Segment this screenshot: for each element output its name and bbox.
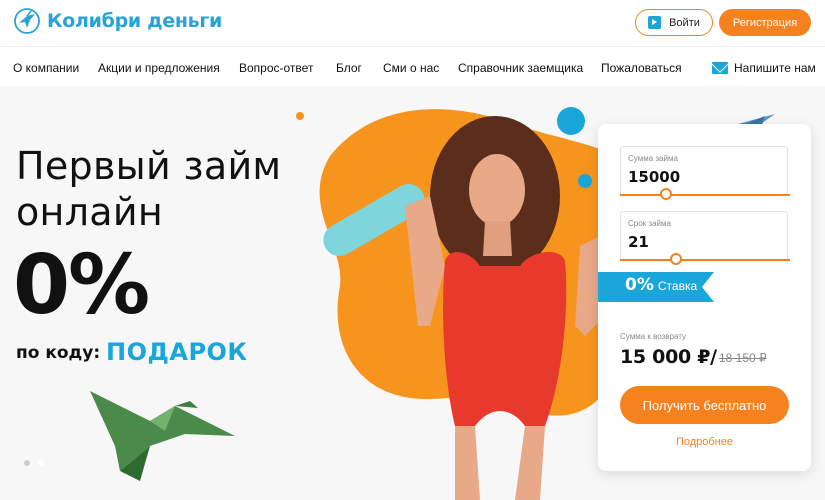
rate-value: 0% (625, 275, 654, 295)
amount-label: Сумма займа (628, 154, 678, 163)
swimsuit (443, 251, 567, 426)
term-field[interactable]: Срок займа 21 (620, 211, 788, 261)
slider-dot-2[interactable] (38, 460, 44, 466)
nav-item-faq[interactable]: Вопрос-ответ (239, 61, 313, 75)
nav-item-blog[interactable]: Блог (336, 61, 362, 75)
hero-percent: 0% (13, 238, 150, 333)
repay-old-value: 18 150 ₽ (719, 351, 767, 365)
slider-dot-1[interactable] (24, 460, 30, 466)
promo-code: ПОДАРОК (106, 338, 248, 366)
blue-dot-large (557, 107, 585, 135)
blue-dot-small (578, 174, 592, 188)
legs (455, 426, 545, 500)
register-button-label: Регистрация (732, 16, 798, 29)
logo[interactable]: Колибри деньги (14, 8, 222, 34)
orange-dot-small (296, 112, 304, 120)
hero-title-line1: Первый займ (16, 144, 282, 188)
amount-value[interactable]: 15000 (628, 168, 680, 186)
more-link[interactable]: Подробнее (598, 436, 811, 448)
nav-item-media[interactable]: Сми о нас (383, 61, 439, 75)
nav-item-about[interactable]: О компании (13, 61, 79, 75)
login-button[interactable]: Войти (635, 9, 713, 36)
amount-field[interactable]: Сумма займа 15000 (620, 146, 788, 196)
neck (483, 221, 512, 256)
rate-label: Ставка (657, 279, 698, 293)
term-value[interactable]: 21 (628, 233, 649, 251)
repay-label: Сумма к возврату (620, 332, 686, 341)
hero-banner: Первый займ онлайн 0% по коду: ПОДАРОК С… (0, 86, 825, 500)
slider-dots (24, 460, 44, 466)
hero-title: Первый займ онлайн (16, 143, 281, 235)
contact-link[interactable]: Напишите нам (712, 61, 816, 75)
login-arrow-icon (648, 16, 662, 29)
rate-badge: 0% Ставка (625, 275, 697, 295)
hummingbird-logo-icon (14, 8, 40, 34)
origami-hummingbird (90, 391, 235, 481)
nav-item-promos[interactable]: Акции и предложения (98, 61, 220, 75)
site-header: Колибри деньги Войти Регистрация (0, 0, 825, 46)
main-nav: О компании Акции и предложения Вопрос-от… (0, 46, 825, 86)
login-button-label: Войти (669, 16, 700, 29)
get-loan-button-label: Получить бесплатно (642, 397, 767, 413)
contact-link-label: Напишите нам (734, 61, 816, 75)
nav-item-complain[interactable]: Пожаловаться (601, 61, 682, 75)
term-slider-thumb[interactable] (670, 253, 683, 265)
mail-icon (712, 62, 728, 74)
hero-title-line2: онлайн (16, 190, 164, 234)
face (469, 154, 525, 226)
logo-text: Колибри деньги (47, 10, 223, 32)
term-slider[interactable] (620, 259, 790, 261)
get-loan-button[interactable]: Получить бесплатно (620, 386, 789, 424)
repay-value: 15 000 ₽/ (620, 346, 717, 368)
amount-slider-thumb[interactable] (659, 188, 672, 200)
term-label: Срок займа (628, 219, 671, 228)
nav-item-handbook[interactable]: Справочник заемщика (458, 61, 583, 75)
promo-label: по коду: (16, 343, 101, 363)
amount-slider[interactable] (620, 194, 790, 196)
register-button[interactable]: Регистрация (719, 9, 811, 36)
loan-calculator-card: Сумма займа 15000 Срок займа 21 0% Ставк… (598, 124, 811, 471)
